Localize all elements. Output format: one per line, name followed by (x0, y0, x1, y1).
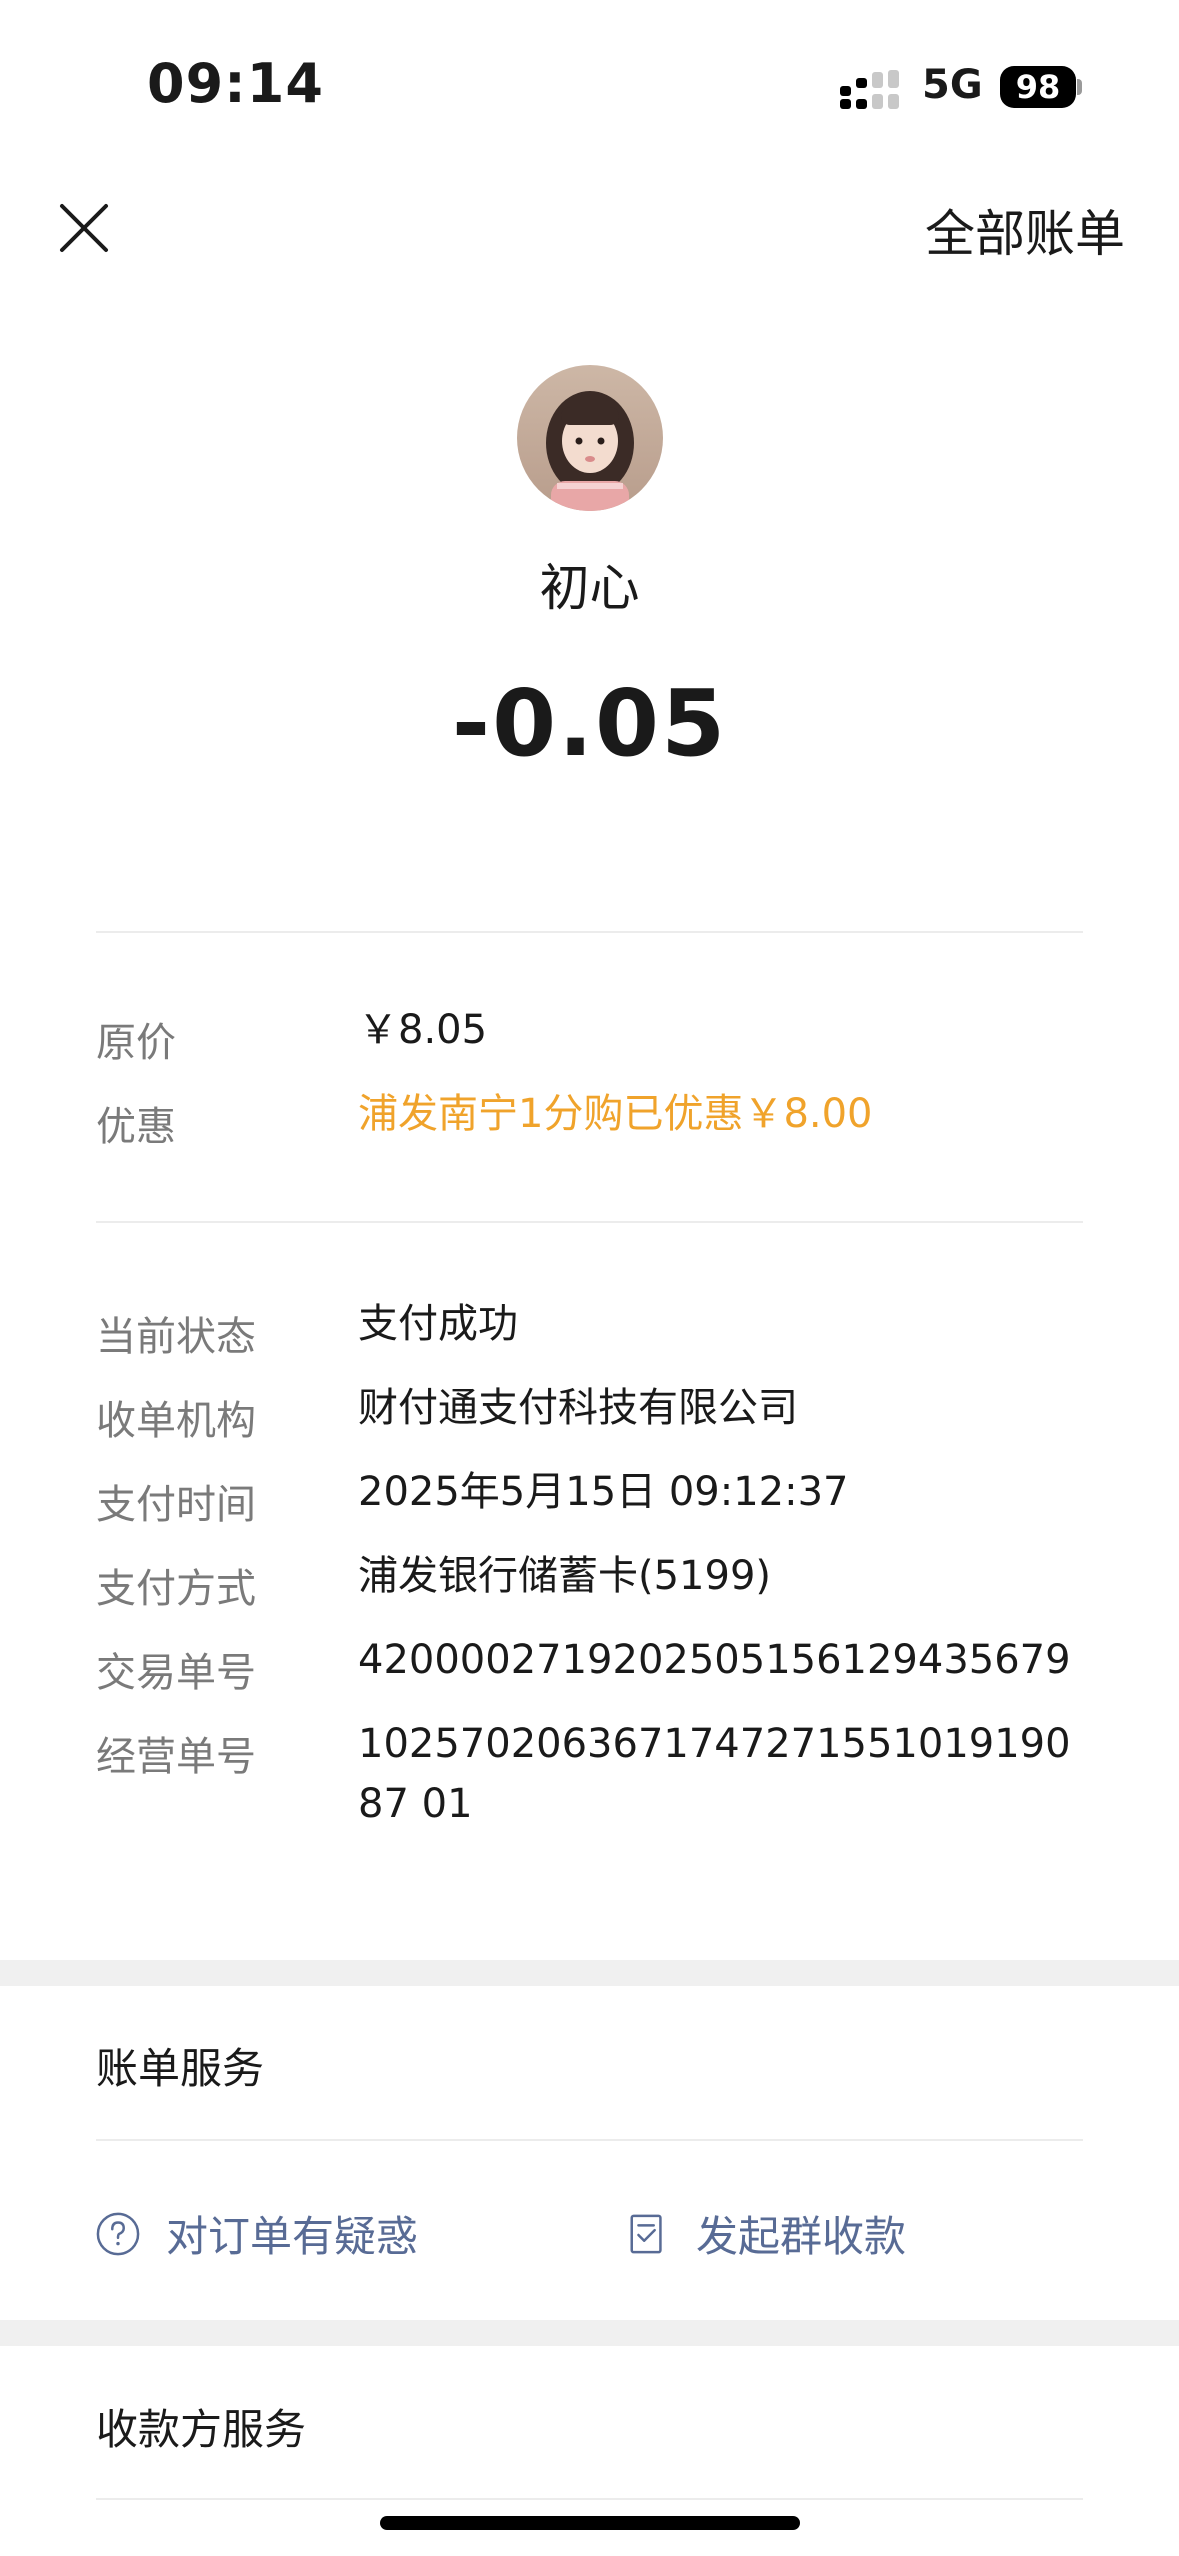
row-value[interactable]: 102570206367174727155101919087 01 (358, 1714, 1086, 1834)
row-value: ￥8.05 (358, 1007, 488, 1053)
discount-value: 浦发南宁1分购已优惠￥8.00 (358, 1091, 873, 1137)
status-time: 09:14 (147, 52, 324, 115)
section-separator (0, 1960, 1179, 1986)
row-value: 支付成功 (358, 1301, 518, 1347)
question-circle-icon (96, 2212, 140, 2255)
close-icon[interactable] (58, 202, 110, 254)
row-label: 当前状态 (96, 1314, 256, 1360)
row-label: 经营单号 (96, 1734, 256, 1780)
amount: -0.05 (451, 670, 728, 777)
row-label: 交易单号 (96, 1650, 256, 1696)
divider (96, 2498, 1083, 2500)
home-indicator[interactable] (380, 2516, 800, 2530)
section-separator (0, 2320, 1179, 2346)
divider (96, 1221, 1083, 1223)
battery-tip (1077, 79, 1082, 95)
row-label: 优惠 (96, 1104, 176, 1150)
divider (96, 2139, 1083, 2141)
network-label: 5G (922, 62, 983, 108)
payee-service-title: 收款方服务 (96, 2405, 307, 2454)
divider (96, 931, 1083, 933)
row-label: 原价 (96, 1020, 176, 1066)
battery-indicator: 98 (1000, 66, 1076, 108)
group-collect-link[interactable]: 发起群收款 (626, 2203, 906, 2264)
receipt-icon (630, 2214, 662, 2253)
row-value: 浦发银行储蓄卡(5199) (358, 1553, 772, 1599)
bill-service-title: 账单服务 (96, 2044, 265, 2093)
row-label: 收单机构 (96, 1398, 256, 1444)
row-value: 财付通支付科技有限公司 (358, 1385, 798, 1431)
signal-icon (840, 70, 899, 109)
order-question-link[interactable]: 对订单有疑惑 (96, 2203, 418, 2264)
avatar[interactable] (517, 365, 663, 511)
payee-name: 初心 (539, 559, 640, 617)
order-question-label: 对订单有疑惑 (166, 2212, 419, 2261)
row-value: 2025年5月15日 09:12:37 (358, 1469, 849, 1515)
group-collect-label: 发起群收款 (696, 2212, 907, 2261)
row-label: 支付时间 (96, 1482, 256, 1528)
row-value[interactable]: 4200002719202505156129435679 (358, 1630, 1086, 1690)
row-label: 支付方式 (96, 1566, 256, 1612)
all-bills-button[interactable]: 全部账单 (925, 194, 1125, 266)
